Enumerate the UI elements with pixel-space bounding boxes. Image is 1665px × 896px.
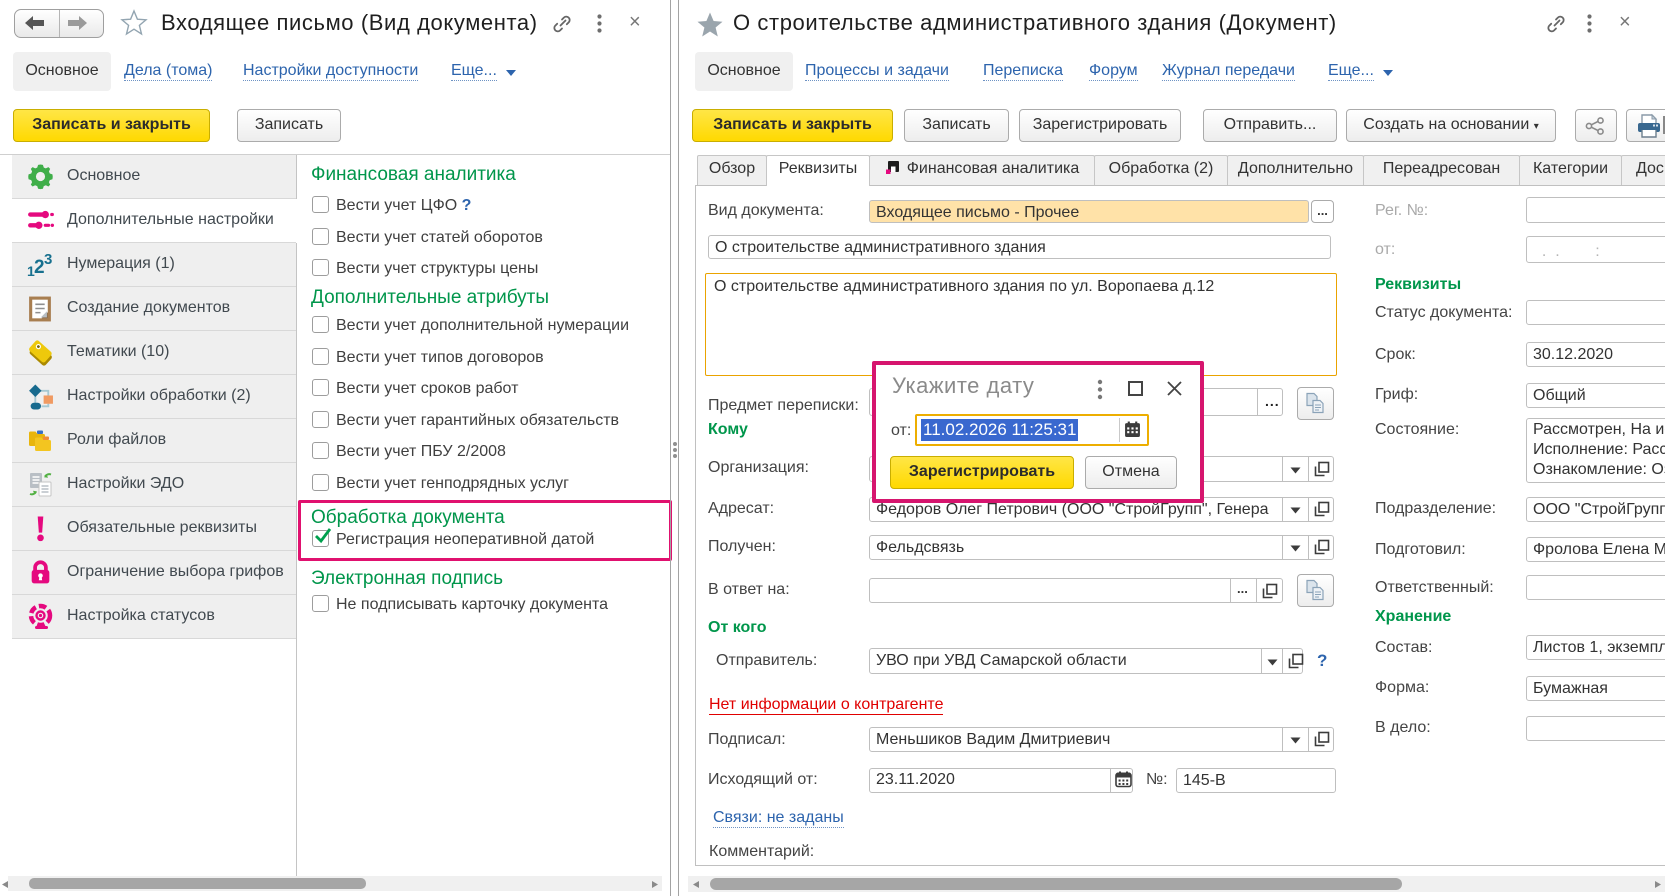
svg-text:3: 3 (44, 251, 52, 268)
svg-text:2: 2 (34, 257, 45, 278)
